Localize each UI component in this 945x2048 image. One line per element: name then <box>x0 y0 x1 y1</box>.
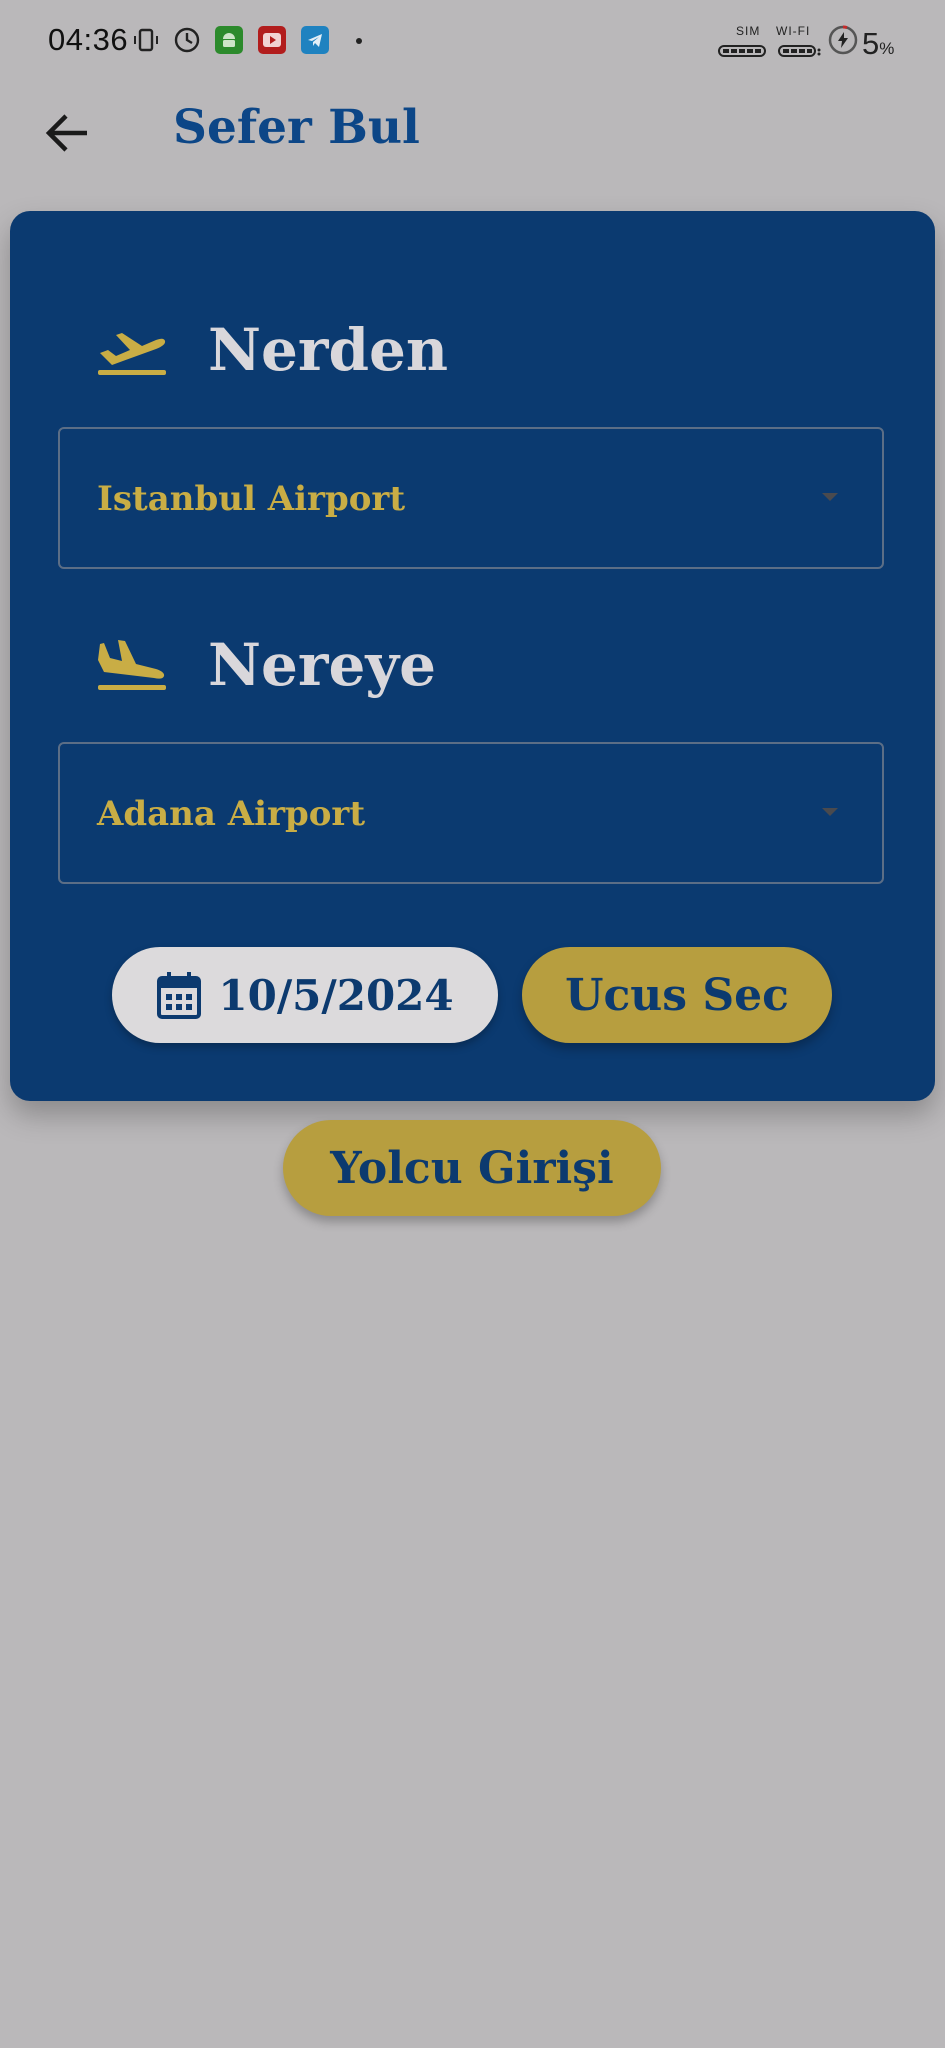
telegram-icon <box>301 26 329 54</box>
from-section-header: Nerden <box>90 316 448 384</box>
arrow-left-icon <box>45 114 87 152</box>
date-picker-button[interactable]: 10/5/2024 <box>112 947 498 1043</box>
sim-label: SIM <box>736 24 761 38</box>
flight-takeoff-icon <box>90 320 170 380</box>
status-time: 04:36 <box>48 22 129 57</box>
status-bar: 04:36 SIM WI-FI 5% <box>0 0 945 84</box>
from-label: Nerden <box>208 316 449 384</box>
to-label: Nereye <box>208 631 436 699</box>
to-section-header: Nereye <box>90 631 436 699</box>
chevron-down-icon <box>822 808 838 816</box>
notification-dot <box>356 38 362 44</box>
battery-percentage: 5% <box>862 26 895 61</box>
cellular-signal-icon <box>718 42 766 61</box>
chevron-down-icon <box>822 493 838 501</box>
page-title: Sefer Bul <box>173 100 420 155</box>
back-button[interactable] <box>38 104 96 162</box>
wifi-signal-icon <box>778 42 822 61</box>
from-airport-select[interactable]: Istanbul Airport <box>58 427 884 569</box>
to-airport-value: Adana Airport <box>97 794 366 834</box>
calendar-icon <box>157 972 202 1019</box>
vibrate-icon <box>132 26 160 54</box>
youtube-icon <box>258 26 286 54</box>
select-flight-button[interactable]: Ucus Sec <box>522 947 832 1043</box>
android-icon <box>215 26 243 54</box>
wifi-label: WI-FI <box>776 24 811 38</box>
selected-date: 10/5/2024 <box>218 970 454 1020</box>
battery-charging-icon <box>827 24 859 60</box>
flight-search-card: Nerden Istanbul Airport Nereye Adana Air… <box>10 211 935 1101</box>
clock-icon <box>173 26 201 54</box>
passenger-login-button[interactable]: Yolcu Girişi <box>283 1120 661 1216</box>
flight-landing-icon <box>90 635 170 695</box>
from-airport-value: Istanbul Airport <box>97 479 406 519</box>
to-airport-select[interactable]: Adana Airport <box>58 742 884 884</box>
